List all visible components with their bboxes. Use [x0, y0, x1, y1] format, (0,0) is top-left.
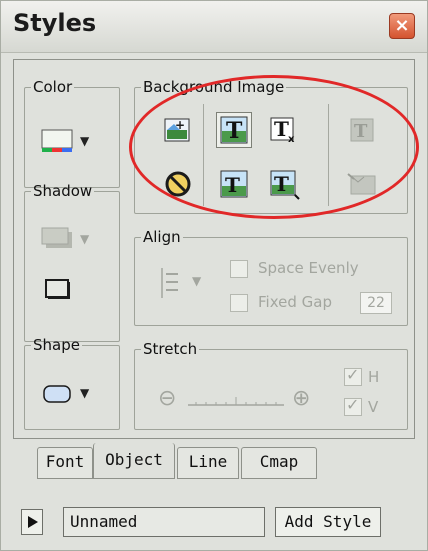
fixed-gap-input[interactable]: 22: [360, 292, 392, 314]
fixed-gap-checkbox[interactable]: [230, 294, 248, 312]
close-button[interactable]: ×: [389, 13, 415, 39]
stretch-group: Stretch: [134, 340, 408, 430]
shape-picker-button[interactable]: ▼: [42, 382, 112, 408]
color-picker-button[interactable]: ▼: [40, 126, 110, 156]
styles-window: Styles × Color ▼ Shadow ▼ Shape ▼ Backgr…: [0, 0, 428, 551]
rounded-rect-icon: [43, 385, 71, 403]
stretch-v-checkbox[interactable]: ✓: [344, 395, 362, 416]
chevron-down-icon: ▼: [80, 232, 90, 246]
close-icon: ×: [394, 15, 410, 36]
style-name-field[interactable]: Unnamed: [63, 507, 265, 537]
tab-font[interactable]: Font: [37, 447, 93, 479]
shadow-box-button[interactable]: [44, 278, 74, 304]
space-evenly-label: Space Evenly: [258, 259, 359, 277]
annotation-ellipse: [129, 75, 419, 219]
align-spacing-icon: [161, 268, 178, 298]
play-button[interactable]: [21, 509, 43, 535]
space-evenly-checkbox[interactable]: [230, 260, 248, 278]
shadow-picker-button[interactable]: ▼: [40, 224, 110, 254]
shadow-icon: [41, 227, 72, 248]
shrink-button[interactable]: ⊖: [158, 386, 176, 411]
shape-group-label: Shape: [33, 336, 80, 354]
stretch-h-checkbox[interactable]: ✓: [344, 365, 362, 386]
chevron-down-icon: ▼: [80, 386, 90, 400]
stretch-slider[interactable]: [186, 394, 286, 408]
shadow-group: Shadow: [24, 182, 120, 342]
grow-button[interactable]: ⊕: [292, 386, 310, 411]
shadow-group-label: Shadow: [33, 182, 93, 200]
fixed-gap-label: Fixed Gap: [258, 293, 332, 311]
stretch-h-label: H: [368, 368, 380, 386]
color-group-label: Color: [33, 78, 73, 96]
chevron-down-icon: ▼: [192, 274, 202, 288]
stretch-group-label: Stretch: [143, 340, 198, 358]
title-bar[interactable]: Styles ×: [1, 1, 427, 53]
slider-track-icon: [188, 397, 284, 406]
tab-object[interactable]: Object: [93, 443, 175, 479]
shadow-box-icon: [45, 279, 70, 299]
chevron-down-icon: ▼: [80, 134, 90, 148]
tab-line[interactable]: Line: [177, 447, 239, 479]
add-style-button[interactable]: Add Style: [275, 507, 381, 537]
tab-cmap[interactable]: Cmap: [241, 447, 317, 479]
stretch-v-label: V: [368, 398, 379, 416]
window-title: Styles: [13, 9, 97, 37]
align-spacing-button[interactable]: ▼: [154, 266, 216, 300]
align-group-label: Align: [143, 228, 181, 246]
